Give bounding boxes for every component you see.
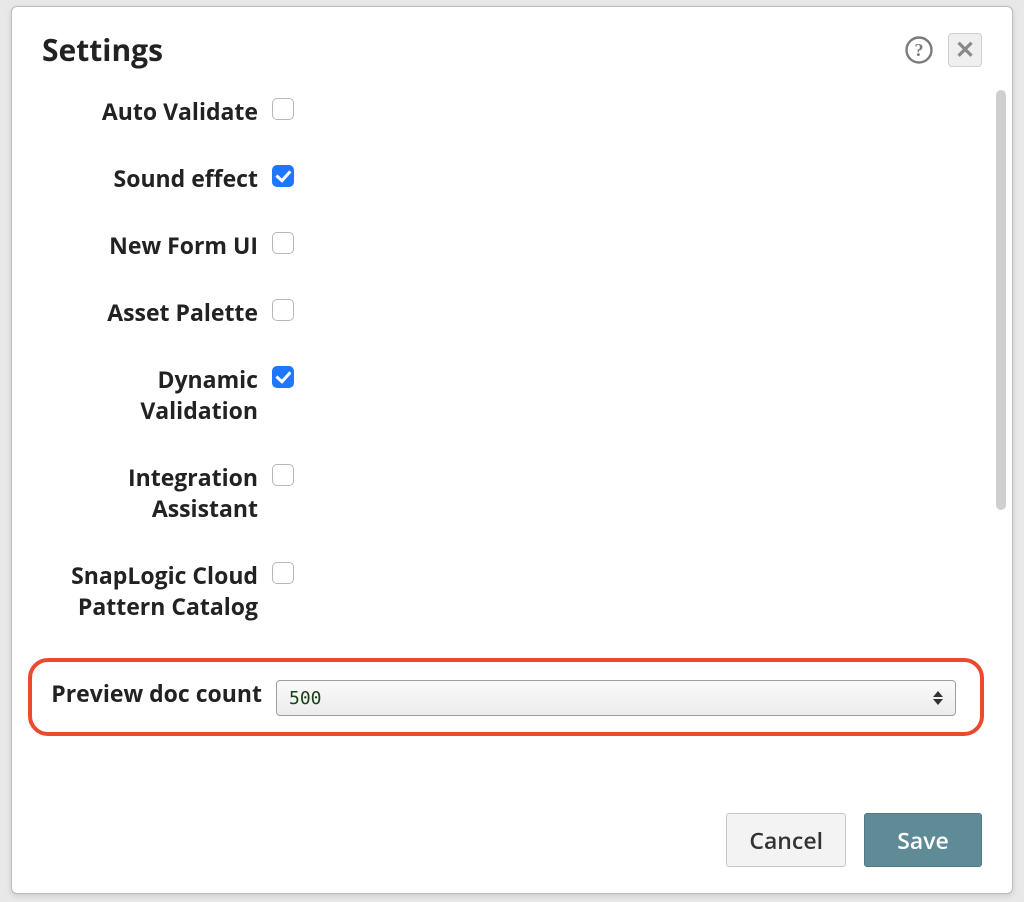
dialog-title: Settings xyxy=(42,29,904,70)
field-integration-assistant: Integration Assistant xyxy=(36,462,988,524)
label-preview-doc-count: Preview doc count xyxy=(32,678,276,709)
dialog-header: Settings ? ✕ xyxy=(12,7,1012,80)
checkbox-sound-effect[interactable] xyxy=(272,165,294,187)
preview-doc-count-select[interactable]: 500 xyxy=(276,680,956,716)
label-auto-validate: Auto Validate xyxy=(36,96,272,127)
checkbox-asset-palette[interactable] xyxy=(272,299,294,321)
label-sound-effect: Sound effect xyxy=(36,163,272,194)
field-new-form-ui: New Form UI xyxy=(36,230,988,261)
close-button[interactable]: ✕ xyxy=(948,33,982,67)
label-dynamic-validation: Dynamic Validation xyxy=(36,364,272,426)
checkbox-dynamic-validation[interactable] xyxy=(272,366,294,388)
scrollbar[interactable] xyxy=(996,90,1006,510)
dialog-body: Auto Validate Sound effect New Form UI A… xyxy=(12,80,1012,799)
field-auto-validate: Auto Validate xyxy=(36,96,988,127)
stepper-icon xyxy=(933,685,947,711)
save-button[interactable]: Save xyxy=(864,813,982,867)
dialog-footer: Cancel Save xyxy=(12,799,1012,893)
field-asset-palette: Asset Palette xyxy=(36,297,988,328)
preview-doc-count-value: 500 xyxy=(289,688,322,709)
field-snaplogic-catalog: SnapLogic Cloud Pattern Catalog xyxy=(36,560,988,622)
header-actions: ? ✕ xyxy=(904,33,982,67)
label-new-form-ui: New Form UI xyxy=(36,230,272,261)
checkbox-snaplogic-catalog[interactable] xyxy=(272,562,294,584)
checkbox-auto-validate[interactable] xyxy=(272,98,294,120)
label-asset-palette: Asset Palette xyxy=(36,297,272,328)
checkbox-new-form-ui[interactable] xyxy=(272,232,294,254)
field-dynamic-validation: Dynamic Validation xyxy=(36,364,988,426)
checkbox-integration-assistant[interactable] xyxy=(272,464,294,486)
label-integration-assistant: Integration Assistant xyxy=(36,462,272,524)
settings-dialog: Settings ? ✕ Auto Validate Sound effect xyxy=(11,6,1013,894)
svg-text:?: ? xyxy=(915,40,924,60)
close-icon: ✕ xyxy=(955,38,975,62)
help-icon[interactable]: ? xyxy=(904,35,934,65)
label-snaplogic-catalog: SnapLogic Cloud Pattern Catalog xyxy=(36,560,272,622)
field-sound-effect: Sound effect xyxy=(36,163,988,194)
field-preview-doc-count-highlight: Preview doc count 500 xyxy=(28,658,984,736)
cancel-button[interactable]: Cancel xyxy=(726,813,846,867)
